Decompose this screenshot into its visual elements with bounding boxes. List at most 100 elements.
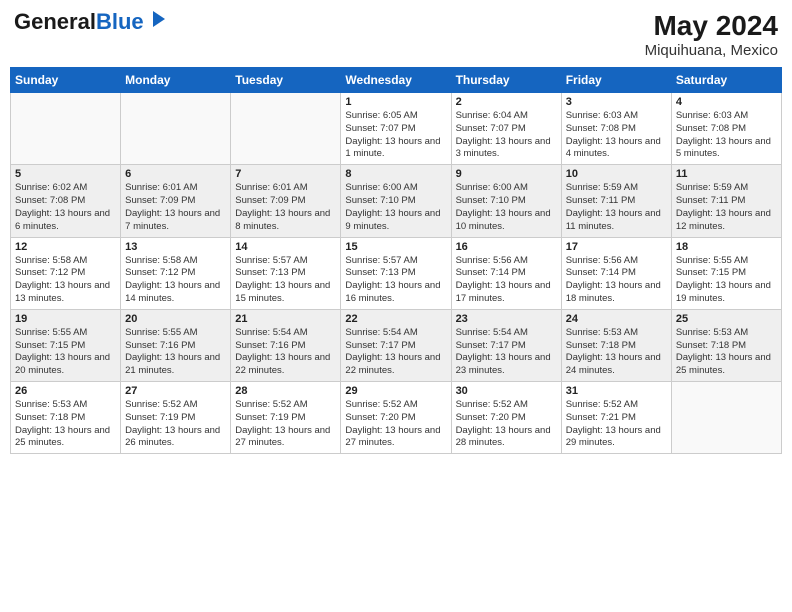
day-number: 21 bbox=[235, 313, 336, 325]
day-number: 26 bbox=[15, 385, 116, 397]
day-cell-info: Sunrise: 5:55 AMSunset: 7:15 PMDaylight:… bbox=[15, 327, 116, 378]
header-friday: Friday bbox=[561, 68, 671, 93]
calendar-week-row: 26 Sunrise: 5:53 AMSunset: 7:18 PMDayligh… bbox=[11, 382, 782, 454]
day-cell-info: Sunrise: 5:56 AMSunset: 7:14 PMDaylight:… bbox=[566, 255, 667, 306]
day-number: 17 bbox=[566, 241, 667, 253]
calendar-cell: 5Sunrise: 6:02 AMSunset: 7:08 PMDaylight… bbox=[11, 165, 121, 237]
calendar-cell: 12 Sunrise: 5:58 AMSunset: 7:12 PMDayligh… bbox=[11, 237, 121, 309]
day-number: 14 bbox=[235, 241, 336, 253]
day-cell-info: Sunrise: 5:53 AMSunset: 7:18 PMDaylight:… bbox=[676, 327, 777, 378]
day-cell-info: Sunrise: 5:52 AMSunset: 7:20 PMDaylight:… bbox=[456, 399, 557, 450]
day-number: 20 bbox=[125, 313, 226, 325]
day-cell-info: Sunrise: 5:55 AMSunset: 7:16 PMDaylight:… bbox=[125, 327, 226, 378]
day-number: 8 bbox=[345, 168, 446, 180]
logo: GeneralBlue bbox=[14, 10, 169, 34]
day-cell-info: Sunrise: 6:03 AMSunset: 7:08 PMDaylight:… bbox=[676, 110, 777, 161]
calendar-cell: 23 Sunrise: 5:54 AMSunset: 7:17 PMDayligh… bbox=[451, 309, 561, 381]
day-cell-info: Sunrise: 6:01 AMSunset: 7:09 PMDaylight:… bbox=[125, 182, 226, 233]
calendar-week-row: 19 Sunrise: 5:55 AMSunset: 7:15 PMDayligh… bbox=[11, 309, 782, 381]
day-number: 9 bbox=[456, 168, 557, 180]
calendar-cell: 27 Sunrise: 5:52 AMSunset: 7:19 PMDayligh… bbox=[121, 382, 231, 454]
day-number: 3 bbox=[566, 96, 667, 108]
calendar-cell: 19 Sunrise: 5:55 AMSunset: 7:15 PMDayligh… bbox=[11, 309, 121, 381]
calendar-cell: 13Sunrise: 5:58 AMSunset: 7:12 PMDayligh… bbox=[121, 237, 231, 309]
day-number: 12 bbox=[15, 241, 116, 253]
header-wednesday: Wednesday bbox=[341, 68, 451, 93]
day-number: 29 bbox=[345, 385, 446, 397]
day-number: 25 bbox=[676, 313, 777, 325]
calendar-table: SundayMondayTuesdayWednesdayThursdayFrid… bbox=[10, 67, 782, 454]
calendar-cell: 29 Sunrise: 5:52 AMSunset: 7:20 PMDayligh… bbox=[341, 382, 451, 454]
calendar-cell: 28 Sunrise: 5:52 AMSunset: 7:19 PMDayligh… bbox=[231, 382, 341, 454]
calendar-cell: 14Sunrise: 5:57 AMSunset: 7:13 PMDayligh… bbox=[231, 237, 341, 309]
day-cell-info: Sunrise: 6:00 AMSunset: 7:10 PMDaylight:… bbox=[345, 182, 446, 233]
page-subtitle: Miquihuana, Mexico bbox=[645, 42, 778, 59]
day-cell-info: Sunrise: 5:59 AMSunset: 7:11 PMDaylight:… bbox=[676, 182, 777, 233]
calendar-cell bbox=[231, 93, 341, 165]
calendar-cell: 31 Sunrise: 5:52 AMSunset: 7:21 PMDayligh… bbox=[561, 382, 671, 454]
calendar-cell: 9 Sunrise: 6:00 AMSunset: 7:10 PMDaylight… bbox=[451, 165, 561, 237]
day-cell-info: Sunrise: 5:52 AMSunset: 7:20 PMDaylight:… bbox=[345, 399, 446, 450]
day-cell-info: Sunrise: 6:00 AMSunset: 7:10 PMDaylight:… bbox=[456, 182, 557, 233]
day-cell-info: Sunrise: 5:53 AMSunset: 7:18 PMDaylight:… bbox=[566, 327, 667, 378]
day-cell-info: Sunrise: 5:52 AMSunset: 7:19 PMDaylight:… bbox=[235, 399, 336, 450]
day-cell-info: Sunrise: 6:04 AMSunset: 7:07 PMDaylight:… bbox=[456, 110, 557, 161]
header-tuesday: Tuesday bbox=[231, 68, 341, 93]
day-cell-info: Sunrise: 6:03 AMSunset: 7:08 PMDaylight:… bbox=[566, 110, 667, 161]
logo-text: GeneralBlue bbox=[14, 10, 144, 34]
day-cell-info: Sunrise: 5:52 AMSunset: 7:21 PMDaylight:… bbox=[566, 399, 667, 450]
calendar-cell: 7 Sunrise: 6:01 AMSunset: 7:09 PMDaylight… bbox=[231, 165, 341, 237]
page-header: GeneralBlue May 2024 Miquihuana, Mexico bbox=[10, 10, 782, 59]
calendar-cell: 22Sunrise: 5:54 AMSunset: 7:17 PMDayligh… bbox=[341, 309, 451, 381]
day-number: 19 bbox=[15, 313, 116, 325]
day-cell-info: Sunrise: 6:01 AMSunset: 7:09 PMDaylight:… bbox=[235, 182, 336, 233]
calendar-cell: 20 Sunrise: 5:55 AMSunset: 7:16 PMDayligh… bbox=[121, 309, 231, 381]
day-cell-info: Sunrise: 5:54 AMSunset: 7:16 PMDaylight:… bbox=[235, 327, 336, 378]
page-title: May 2024 bbox=[645, 10, 778, 42]
day-number: 23 bbox=[456, 313, 557, 325]
calendar-cell: 15 Sunrise: 5:57 AMSunset: 7:13 PMDayligh… bbox=[341, 237, 451, 309]
header-thursday: Thursday bbox=[451, 68, 561, 93]
calendar-cell: 1 Sunrise: 6:05 AMSunset: 7:07 PMDaylight… bbox=[341, 93, 451, 165]
calendar-cell: 2Sunrise: 6:04 AMSunset: 7:07 PMDaylight… bbox=[451, 93, 561, 165]
header-monday: Monday bbox=[121, 68, 231, 93]
day-number: 31 bbox=[566, 385, 667, 397]
day-number: 1 bbox=[345, 96, 446, 108]
day-number: 15 bbox=[345, 241, 446, 253]
calendar-cell bbox=[11, 93, 121, 165]
day-cell-info: Sunrise: 5:58 AMSunset: 7:12 PMDaylight:… bbox=[15, 255, 116, 306]
logo-icon bbox=[147, 9, 169, 31]
header-sunday: Sunday bbox=[11, 68, 121, 93]
day-number: 5 bbox=[15, 168, 116, 180]
day-number: 16 bbox=[456, 241, 557, 253]
header-saturday: Saturday bbox=[671, 68, 781, 93]
calendar-cell bbox=[121, 93, 231, 165]
calendar-cell: 8 Sunrise: 6:00 AMSunset: 7:10 PMDaylight… bbox=[341, 165, 451, 237]
calendar-cell: 21 Sunrise: 5:54 AMSunset: 7:16 PMDayligh… bbox=[231, 309, 341, 381]
day-cell-info: Sunrise: 5:58 AMSunset: 7:12 PMDaylight:… bbox=[125, 255, 226, 306]
day-cell-info: Sunrise: 5:54 AMSunset: 7:17 PMDaylight:… bbox=[456, 327, 557, 378]
day-cell-info: Sunrise: 6:05 AMSunset: 7:07 PMDaylight:… bbox=[345, 110, 446, 161]
calendar-week-row: 5Sunrise: 6:02 AMSunset: 7:08 PMDaylight… bbox=[11, 165, 782, 237]
day-cell-info: Sunrise: 5:59 AMSunset: 7:11 PMDaylight:… bbox=[566, 182, 667, 233]
calendar-cell: 6Sunrise: 6:01 AMSunset: 7:09 PMDaylight… bbox=[121, 165, 231, 237]
calendar-cell bbox=[671, 382, 781, 454]
day-cell-info: Sunrise: 5:53 AMSunset: 7:18 PMDaylight:… bbox=[15, 399, 116, 450]
calendar-cell: 10 Sunrise: 5:59 AMSunset: 7:11 PMDayligh… bbox=[561, 165, 671, 237]
day-number: 30 bbox=[456, 385, 557, 397]
day-number: 11 bbox=[676, 168, 777, 180]
day-cell-info: Sunrise: 5:55 AMSunset: 7:15 PMDaylight:… bbox=[676, 255, 777, 306]
day-cell-info: Sunrise: 5:52 AMSunset: 7:19 PMDaylight:… bbox=[125, 399, 226, 450]
day-cell-info: Sunrise: 5:57 AMSunset: 7:13 PMDaylight:… bbox=[345, 255, 446, 306]
calendar-cell: 11 Sunrise: 5:59 AMSunset: 7:11 PMDayligh… bbox=[671, 165, 781, 237]
calendar-cell: 25 Sunrise: 5:53 AMSunset: 7:18 PMDayligh… bbox=[671, 309, 781, 381]
day-number: 7 bbox=[235, 168, 336, 180]
calendar-cell: 24 Sunrise: 5:53 AMSunset: 7:18 PMDayligh… bbox=[561, 309, 671, 381]
day-number: 28 bbox=[235, 385, 336, 397]
day-number: 24 bbox=[566, 313, 667, 325]
day-cell-info: Sunrise: 5:56 AMSunset: 7:14 PMDaylight:… bbox=[456, 255, 557, 306]
day-number: 10 bbox=[566, 168, 667, 180]
calendar-cell: 3 Sunrise: 6:03 AMSunset: 7:08 PMDaylight… bbox=[561, 93, 671, 165]
day-number: 27 bbox=[125, 385, 226, 397]
calendar-week-row: 12 Sunrise: 5:58 AMSunset: 7:12 PMDayligh… bbox=[11, 237, 782, 309]
